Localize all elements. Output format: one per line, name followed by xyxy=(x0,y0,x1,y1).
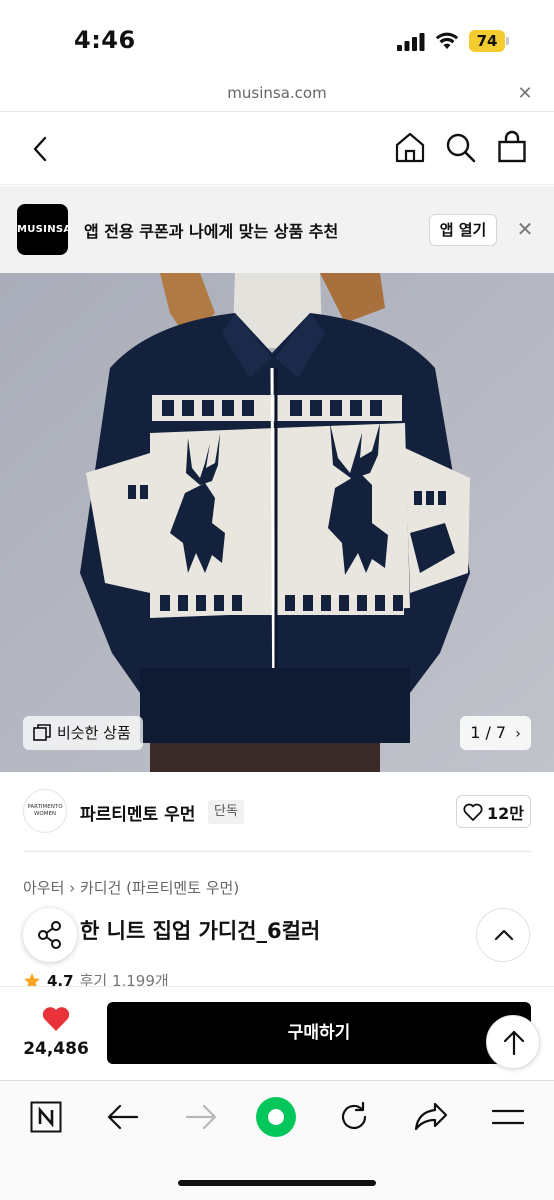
url-domain[interactable]: musinsa.com xyxy=(0,84,554,102)
cardigan-photo xyxy=(0,273,554,772)
brand-like-count: 12만 xyxy=(487,803,524,823)
battery-indicator: 74 xyxy=(469,30,505,52)
copy-icon xyxy=(33,724,51,741)
back-icon[interactable] xyxy=(28,134,52,164)
arrow-forward-icon[interactable] xyxy=(184,1102,218,1132)
cellular-signal-icon xyxy=(397,33,425,51)
share-arrow-icon[interactable] xyxy=(413,1101,449,1133)
product-image[interactable] xyxy=(0,273,554,772)
home-indicator xyxy=(178,1180,376,1186)
brand-name[interactable]: 파르티멘토 우먼 xyxy=(80,800,195,825)
share-icon xyxy=(38,921,61,949)
product-title: 한 니트 집업 가디건_6컬러 xyxy=(80,919,321,943)
open-app-button[interactable]: 앱 열기 xyxy=(429,214,497,246)
cart-icon[interactable] xyxy=(497,130,527,164)
chevron-up-icon xyxy=(494,929,514,941)
brand-logo-line1: PARTIMENTO xyxy=(27,804,63,810)
brand-logo[interactable]: PARTIMENTO WOMEN xyxy=(23,789,67,833)
breadcrumb-separator-icon: › xyxy=(69,879,80,897)
image-counter[interactable]: 1 / 7 › xyxy=(460,716,531,750)
arrow-up-icon xyxy=(503,1030,525,1056)
similar-products-label: 비슷한 상품 xyxy=(57,724,131,742)
search-icon[interactable] xyxy=(445,132,477,164)
close-icon[interactable]: ✕ xyxy=(515,84,535,104)
banner-close-icon[interactable]: ✕ xyxy=(514,218,536,240)
status-time: 4:46 xyxy=(74,26,136,54)
heart-filled-icon[interactable] xyxy=(41,1005,71,1033)
breadcrumb-category[interactable]: 아우터 xyxy=(23,879,64,897)
like-count: 24,486 xyxy=(23,1039,89,1059)
refresh-icon[interactable] xyxy=(337,1100,371,1134)
exclusive-badge: 단독 xyxy=(208,800,244,824)
chevron-right-icon: › xyxy=(515,726,521,742)
naver-green-dot-icon[interactable] xyxy=(255,1096,297,1138)
musinsa-logo: MUSINSA xyxy=(17,204,71,255)
brand-like-button[interactable]: 12만 xyxy=(456,795,531,828)
arrow-back-icon[interactable] xyxy=(106,1102,140,1132)
buy-button[interactable]: 구매하기 xyxy=(107,1002,531,1064)
battery-tip xyxy=(506,37,509,45)
breadcrumb: 아우터 › 카디건 (파르티멘토 우먼) xyxy=(23,877,239,898)
wifi-icon xyxy=(435,32,459,49)
divider xyxy=(23,851,531,852)
image-counter-text: 1 / 7 xyxy=(470,723,507,742)
home-icon[interactable] xyxy=(394,131,426,163)
share-button[interactable] xyxy=(23,908,77,962)
breadcrumb-subcategory[interactable]: 카디건 (파르티멘토 우먼) xyxy=(80,879,239,897)
heart-outline-icon xyxy=(463,803,483,821)
menu-icon[interactable] xyxy=(491,1106,525,1128)
similar-products-button[interactable]: 비슷한 상품 xyxy=(23,716,143,750)
app-banner-message: 앱 전용 쿠폰과 나에게 맞는 상품 추천 xyxy=(84,222,339,241)
brand-logo-line2: WOMEN xyxy=(33,811,57,817)
scroll-to-top-button[interactable] xyxy=(486,1015,540,1069)
naver-n-icon[interactable] xyxy=(30,1101,62,1133)
collapse-button[interactable] xyxy=(476,908,530,962)
